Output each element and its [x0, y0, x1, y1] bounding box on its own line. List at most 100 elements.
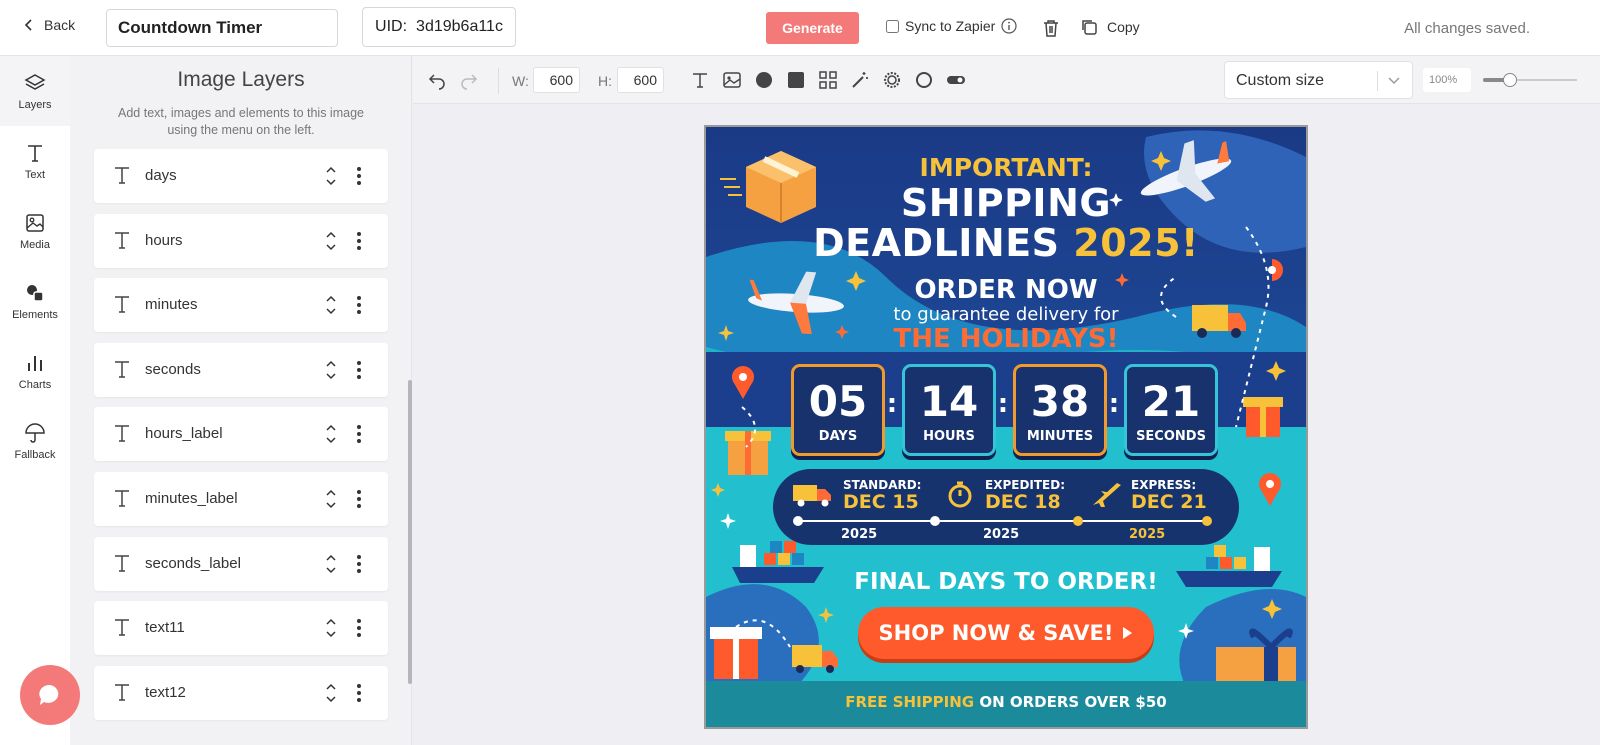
- reorder-icon[interactable]: [325, 293, 337, 317]
- more-options-icon[interactable]: [356, 489, 362, 509]
- redo-icon[interactable]: [459, 70, 479, 90]
- size-preset-value: Custom size: [1236, 72, 1325, 89]
- countdown-value: 14: [919, 377, 979, 426]
- layer-name: hours: [145, 231, 183, 249]
- text-layer-icon: [115, 619, 129, 636]
- rail-item-charts[interactable]: Charts: [0, 336, 70, 406]
- layer-row[interactable]: minutes: [94, 278, 388, 333]
- rail-item-fallback[interactable]: Fallback: [0, 406, 70, 476]
- layer-name: minutes: [145, 296, 198, 314]
- reorder-icon[interactable]: [325, 681, 337, 705]
- text-layer-icon: [115, 231, 129, 249]
- more-options-icon[interactable]: [356, 166, 362, 186]
- rail-item-media[interactable]: Media: [0, 196, 70, 266]
- layer-row[interactable]: text11: [94, 601, 388, 656]
- back-button[interactable]: Back: [22, 17, 75, 33]
- rail-label: Elements: [12, 308, 58, 321]
- ring-icon[interactable]: [914, 70, 934, 90]
- rail-item-elements[interactable]: Elements: [0, 266, 70, 336]
- text-layer-icon: [115, 684, 129, 701]
- generate-button[interactable]: Generate: [766, 12, 859, 44]
- panel-description: Add text, images and elements to this im…: [118, 106, 364, 137]
- uid-label: UID:: [375, 18, 408, 35]
- more-options-icon[interactable]: [356, 554, 362, 574]
- add-rectangle-icon[interactable]: [786, 70, 806, 90]
- more-options-icon[interactable]: [356, 360, 362, 380]
- poster-headline-1: SHIPPING: [900, 181, 1112, 225]
- more-options-icon[interactable]: [356, 618, 362, 638]
- size-preset-select[interactable]: Custom size: [1224, 61, 1413, 99]
- left-rail: Layers Text Media Elements Charts Fallba…: [0, 56, 70, 745]
- zoom-slider-thumb[interactable]: [1503, 73, 1517, 87]
- text-icon: [28, 144, 42, 162]
- poster-headline-2-text: DEADLINES: [813, 221, 1060, 265]
- more-options-icon[interactable]: [356, 295, 362, 315]
- more-options-icon[interactable]: [356, 231, 362, 251]
- layer-row[interactable]: minutes_label: [94, 472, 388, 526]
- reorder-icon[interactable]: [325, 616, 337, 640]
- chevron-down-icon: [1388, 77, 1400, 85]
- magic-wand-icon[interactable]: [850, 70, 870, 90]
- rail-label: Fallback: [14, 448, 56, 461]
- sync-zapier-toggle[interactable]: Sync to Zapier: [886, 18, 1017, 34]
- width-label: W:: [512, 73, 529, 89]
- badge-icon[interactable]: [882, 70, 902, 90]
- info-icon[interactable]: [1001, 18, 1017, 34]
- layer-row[interactable]: hours: [94, 213, 388, 268]
- poster-important: IMPORTANT:: [919, 153, 1093, 182]
- layer-row[interactable]: hours_label: [94, 407, 388, 462]
- reorder-icon[interactable]: [325, 487, 337, 511]
- toggle-icon[interactable]: [946, 70, 966, 90]
- poster-headline-2: DEADLINES 2025!: [706, 221, 1306, 265]
- timeline-dot: [1202, 516, 1212, 526]
- height-label: H:: [598, 73, 612, 89]
- chat-icon: [39, 684, 59, 705]
- add-text-icon[interactable]: [690, 70, 710, 90]
- more-options-icon[interactable]: [356, 683, 362, 703]
- text-layer-icon: [115, 167, 129, 184]
- height-input[interactable]: [617, 67, 664, 93]
- save-status: All changes saved.: [1404, 20, 1530, 37]
- width-input[interactable]: [533, 67, 580, 93]
- canvas-image[interactable]: IMPORTANT: SHIPPING DEADLINES 2025! ORDE…: [704, 125, 1308, 729]
- standard-label: STANDARD:: [843, 478, 922, 492]
- template-title-input[interactable]: [106, 9, 338, 47]
- trash-icon[interactable]: [1042, 18, 1060, 38]
- plane-icon: [1093, 483, 1121, 507]
- rail-item-layers[interactable]: Layers: [0, 56, 70, 126]
- copy-button[interactable]: Copy: [1080, 18, 1140, 36]
- reorder-icon[interactable]: [325, 358, 337, 382]
- countdown-label: HOURS: [923, 429, 975, 444]
- standard-year: 2025: [841, 527, 878, 542]
- expedited-year: 2025: [983, 527, 1020, 542]
- grid-icon[interactable]: [818, 70, 838, 90]
- undo-icon[interactable]: [427, 70, 447, 90]
- reorder-icon[interactable]: [325, 552, 337, 576]
- express-date: DEC 21: [1131, 491, 1207, 513]
- add-circle-icon[interactable]: [754, 70, 774, 90]
- text-layer-icon: [115, 425, 129, 443]
- more-options-icon[interactable]: [356, 424, 362, 444]
- countdown-separator: :: [1108, 389, 1120, 419]
- sync-zapier-label: Sync to Zapier: [905, 18, 996, 34]
- layer-row[interactable]: days: [94, 149, 388, 203]
- layer-row[interactable]: seconds: [94, 342, 388, 397]
- layer-name: minutes_label: [145, 490, 238, 507]
- rail-label: Charts: [18, 378, 52, 391]
- express-year: 2025: [1129, 527, 1166, 542]
- countdown-days: 05 DAYS: [791, 364, 885, 456]
- image-icon: [26, 213, 44, 232]
- reorder-icon[interactable]: [325, 164, 337, 188]
- panel-scrollbar[interactable]: [408, 380, 412, 684]
- layer-row[interactable]: text12: [94, 665, 388, 720]
- reorder-icon[interactable]: [325, 229, 337, 253]
- sync-zapier-checkbox[interactable]: [886, 19, 899, 33]
- layer-row[interactable]: seconds_label: [94, 536, 388, 591]
- add-image-icon[interactable]: [722, 70, 742, 90]
- reorder-icon[interactable]: [325, 422, 337, 446]
- rail-item-text[interactable]: Text: [0, 126, 70, 196]
- chat-button[interactable]: [20, 665, 80, 725]
- top-bar: Back UID: 3d19b6a11c Generate Sync to Za…: [0, 0, 1600, 56]
- countdown-separator: :: [997, 389, 1009, 419]
- canvas-toolbar: W: H: Custom size 100%: [413, 56, 1600, 104]
